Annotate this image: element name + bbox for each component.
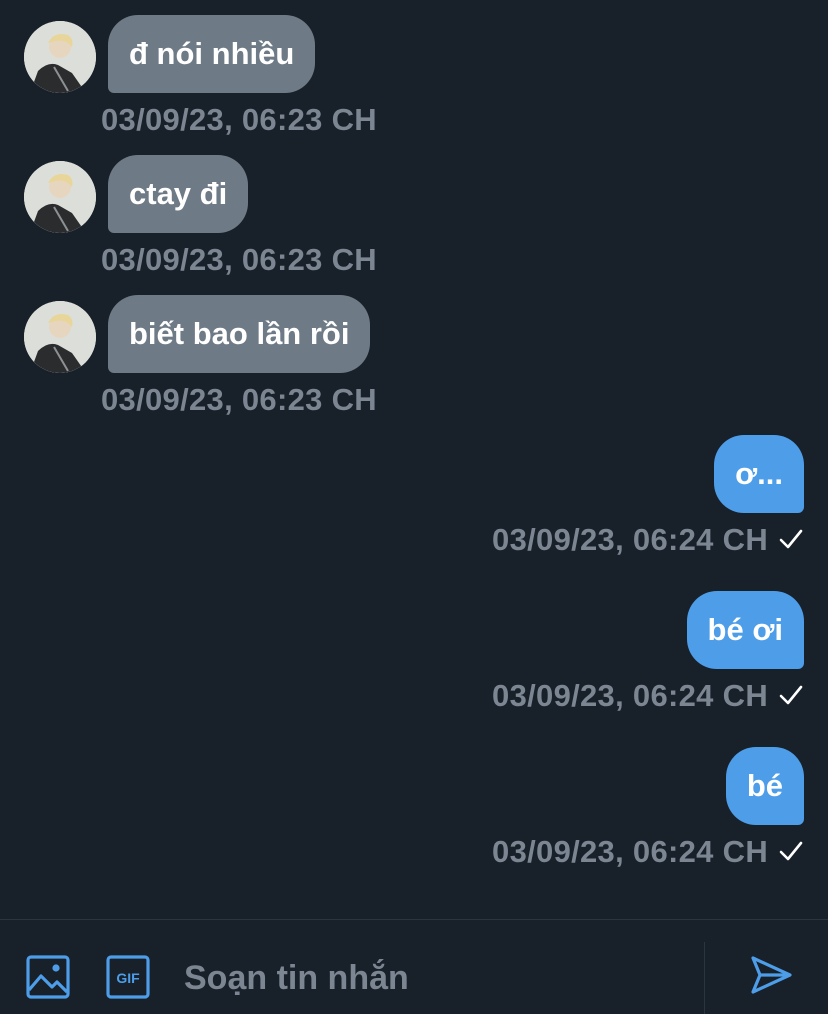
gif-icon: GIF [106, 955, 150, 999]
composer-separator [704, 942, 705, 1014]
message-timestamp: 03/09/23, 06:23 CH [101, 102, 377, 137]
message-composer: GIF [0, 920, 828, 1014]
message-timestamp: 03/09/23, 06:23 CH [101, 382, 377, 417]
sender-avatar[interactable] [24, 21, 96, 93]
message-bubble-incoming[interactable]: biết bao lần rồi [108, 295, 371, 373]
add-gif-button[interactable]: GIF [105, 954, 151, 1000]
message-timestamp: 03/09/23, 06:24 CH [492, 522, 768, 557]
message-bubble-incoming[interactable]: đ nói nhiều [108, 15, 316, 93]
message-input[interactable] [184, 956, 684, 1000]
check-icon [779, 841, 803, 861]
add-image-button[interactable] [25, 954, 71, 1000]
message-timestamp: 03/09/23, 06:23 CH [101, 242, 377, 277]
message-timestamp: 03/09/23, 06:24 CH [492, 678, 768, 713]
sender-avatar[interactable] [24, 161, 96, 233]
sender-avatar[interactable] [24, 301, 96, 373]
gif-label: GIF [116, 970, 140, 986]
check-icon [779, 529, 803, 549]
message-meta: 03/09/23, 06:24 CH [492, 834, 804, 870]
dm-conversation-screen: đ nói nhiều 03/09/23, 06:23 CH ctay đi 0… [0, 0, 828, 1014]
send-icon [751, 956, 792, 994]
check-icon [779, 685, 803, 705]
message-bubble-incoming[interactable]: ctay đi [108, 155, 249, 233]
message-meta: 03/09/23, 06:24 CH [492, 678, 804, 714]
message-bubble-outgoing[interactable]: ơ... [714, 435, 804, 513]
message-bubble-outgoing[interactable]: bé ơi [686, 591, 804, 669]
message-bubble-outgoing[interactable]: bé [725, 747, 804, 825]
image-icon [26, 955, 70, 999]
message-meta: 03/09/23, 06:24 CH [492, 522, 804, 558]
message-timestamp: 03/09/23, 06:24 CH [492, 834, 768, 869]
send-button[interactable] [748, 952, 794, 998]
